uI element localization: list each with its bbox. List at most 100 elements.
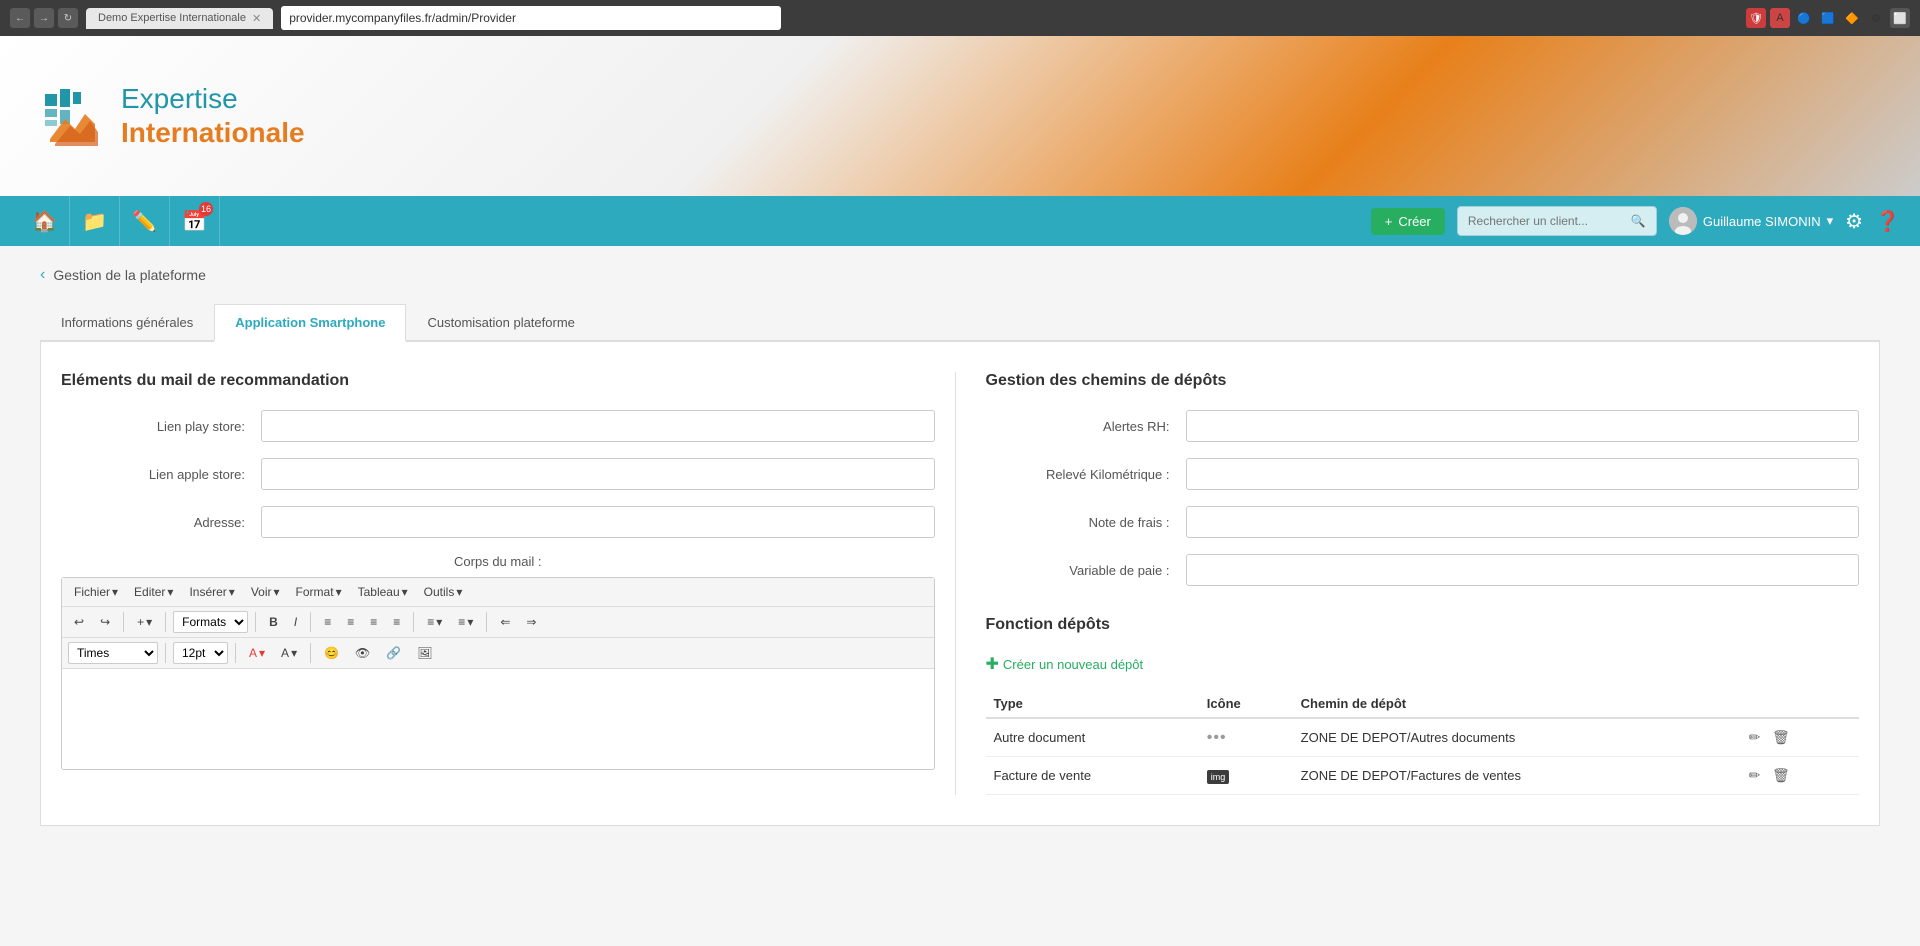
releve-km-row: Relevé Kilométrique : <box>986 458 1860 490</box>
emoji-btn[interactable]: 😊 <box>318 643 345 663</box>
outdent-btn[interactable]: ⇐ <box>494 612 516 632</box>
toolbar-sep2 <box>165 612 166 632</box>
tab-smartphone[interactable]: Application Smartphone <box>214 304 406 342</box>
variable-paie-label: Variable de paie : <box>986 563 1186 578</box>
apple-store-row: Lien apple store: <box>61 458 935 490</box>
apple-store-input[interactable] <box>261 458 935 490</box>
preview-btn[interactable]: 👁 <box>349 643 376 663</box>
image-btn[interactable]: 🖼 <box>411 643 438 663</box>
adresse-row: Adresse: <box>61 506 935 538</box>
indent-btn[interactable]: ⇒ <box>520 612 542 632</box>
right-panel: Gestion des chemins de dépôts Alertes RH… <box>955 372 1860 795</box>
bold-button[interactable]: B <box>263 612 284 632</box>
refresh-btn[interactable]: ↻ <box>58 8 78 28</box>
ext-icon-6: ⚙ <box>1866 8 1886 28</box>
tab-customisation[interactable]: Customisation plateforme <box>406 304 595 342</box>
create-plus-icon: + <box>1385 214 1393 229</box>
main-content: ‹ Gestion de la plateforme Informations … <box>0 246 1920 846</box>
breadcrumb-back-icon[interactable]: ‹ <box>40 266 45 284</box>
play-store-label: Lien play store: <box>61 419 261 434</box>
depot-actions-0: ✏ 🗑 <box>1737 718 1859 757</box>
menu-outils[interactable]: Outils ▾ <box>418 582 469 602</box>
align-right-btn[interactable]: ≡ <box>364 612 383 632</box>
menu-editer[interactable]: Editer ▾ <box>128 582 179 602</box>
alertes-rh-input[interactable] <box>1186 410 1860 442</box>
menu-format[interactable]: Format ▾ <box>290 582 348 602</box>
depot-icone-0: ••• <box>1199 718 1293 757</box>
col-icone: Icône <box>1199 690 1293 718</box>
delete-depot-0-btn[interactable]: 🗑 <box>1768 727 1794 748</box>
edit-depot-1-btn[interactable]: ✏ <box>1745 765 1765 786</box>
left-section-title: Eléments du mail de recommandation <box>61 372 935 390</box>
add-button[interactable]: + ▾ <box>131 612 158 632</box>
list-ol-btn[interactable]: ≡ ▾ <box>452 612 479 632</box>
tab-close-icon[interactable]: ✕ <box>252 12 261 25</box>
play-store-row: Lien play store: <box>61 410 935 442</box>
tabs-container: Informations générales Application Smart… <box>40 304 1880 342</box>
user-dropdown-icon: ▾ <box>1827 213 1834 229</box>
variable-paie-input[interactable] <box>1186 554 1860 586</box>
search-input[interactable] <box>1468 214 1631 228</box>
note-frais-input[interactable] <box>1186 506 1860 538</box>
editor-font-row: Times 12pt A ▾ A ▾ 😊 👁 🔗 🖼 <box>62 638 934 669</box>
create-depot-plus-icon: ✚ <box>986 654 999 674</box>
formats-select[interactable]: Formats <box>173 611 248 633</box>
font-size-select[interactable]: 12pt <box>173 642 228 664</box>
menu-arrow: ▾ <box>167 585 173 599</box>
nav-home-icon[interactable]: 🏠 <box>20 196 70 246</box>
settings-icon[interactable]: ⚙ <box>1845 209 1863 234</box>
menu-inserer[interactable]: Insérer ▾ <box>183 582 240 602</box>
note-frais-label: Note de frais : <box>986 515 1186 530</box>
nav-edit-icon[interactable]: ✏️ <box>120 196 170 246</box>
browser-tab[interactable]: Demo Expertise Internationale ✕ <box>86 8 273 29</box>
redo-button[interactable]: ↪ <box>94 612 116 632</box>
toolbar-sep4 <box>310 612 311 632</box>
font-family-select[interactable]: Times <box>68 642 158 664</box>
ext-icon-7: ⬜ <box>1890 8 1910 28</box>
align-center-btn[interactable]: ≡ <box>341 612 360 632</box>
menu-arrow: ▾ <box>229 585 235 599</box>
gestion-section: Gestion des chemins de dépôts Alertes RH… <box>986 372 1860 586</box>
depot-row-1: Facture de vente img ZONE DE DEPOT/Factu… <box>986 757 1860 795</box>
bg-color-btn[interactable]: A ▾ <box>275 643 303 663</box>
play-store-input[interactable] <box>261 410 935 442</box>
adresse-input[interactable] <box>261 506 935 538</box>
depot-chemin-0: ZONE DE DEPOT/Autres documents <box>1293 718 1737 757</box>
search-box[interactable]: 🔍 <box>1457 206 1657 236</box>
create-button[interactable]: + Créer <box>1371 208 1445 235</box>
delete-depot-1-btn[interactable]: 🗑 <box>1768 765 1794 786</box>
font-color-btn[interactable]: A ▾ <box>243 643 271 663</box>
menu-tableau[interactable]: Tableau ▾ <box>352 582 414 602</box>
toolbar-sep3 <box>255 612 256 632</box>
menu-fichier[interactable]: Fichier ▾ <box>68 582 124 602</box>
create-depot-button[interactable]: ✚ Créer un nouveau dépôt <box>986 654 1144 674</box>
logo-area: Expertise Internationale <box>0 62 345 169</box>
tab-informations[interactable]: Informations générales <box>40 304 214 342</box>
create-depot-label: Créer un nouveau dépôt <box>1003 657 1143 672</box>
help-icon[interactable]: ❓ <box>1875 209 1900 234</box>
toolbar-sep1 <box>123 612 124 632</box>
link-btn[interactable]: 🔗 <box>380 643 407 663</box>
undo-button[interactable]: ↩ <box>68 612 90 632</box>
nav-calendar-icon[interactable]: 📅 16 <box>170 196 220 246</box>
edit-depot-0-btn[interactable]: ✏ <box>1745 727 1765 748</box>
depot-type-1: Facture de vente <box>986 757 1199 795</box>
toolbar-sep6 <box>486 612 487 632</box>
italic-button[interactable]: I <box>288 612 303 632</box>
add-dropdown: ▾ <box>146 615 152 629</box>
left-panel: Eléments du mail de recommandation Lien … <box>61 372 935 795</box>
nav-folder-icon[interactable]: 📁 <box>70 196 120 246</box>
menu-voir[interactable]: Voir ▾ <box>245 582 286 602</box>
address-bar[interactable]: provider.mycompanyfiles.fr/admin/Provide… <box>281 6 781 30</box>
ext-icon-4: 🟦 <box>1818 8 1838 28</box>
list-ul-btn[interactable]: ≡ ▾ <box>421 612 448 632</box>
align-justify-btn[interactable]: ≡ <box>387 612 406 632</box>
user-area[interactable]: Guillaume SIMONIN ▾ <box>1669 207 1833 235</box>
alertes-rh-row: Alertes RH: <box>986 410 1860 442</box>
back-btn[interactable]: ← <box>10 8 30 28</box>
align-left-btn[interactable]: ≡ <box>318 612 337 632</box>
releve-km-input[interactable] <box>1186 458 1860 490</box>
col-actions <box>1737 690 1859 718</box>
editor-body[interactable] <box>62 669 934 769</box>
forward-btn[interactable]: → <box>34 8 54 28</box>
